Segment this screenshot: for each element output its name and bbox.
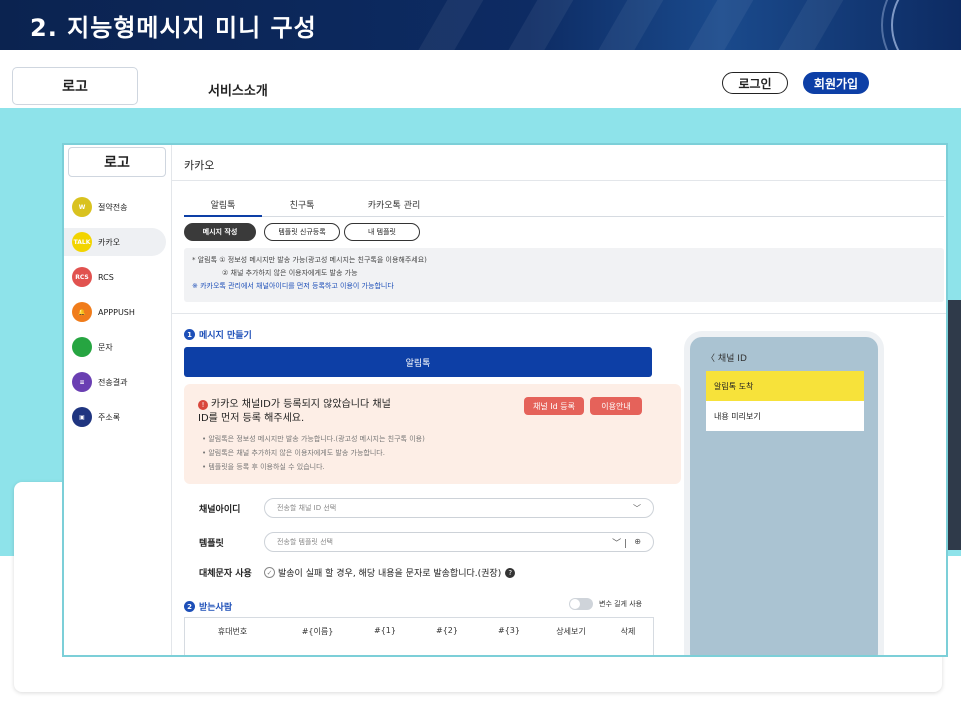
slide-title: 2. 지능형메시지 미니 구성 [30,14,317,42]
alt-sms-label: 대체문자 사용 [199,569,252,579]
list-item: • 알림톡은 정보성 메시지만 발송 가능합니다.(광고성 메시지는 친구톡 이… [202,435,425,443]
template-label: 템플릿 [199,539,224,549]
template-select[interactable]: 전송할 템플릿 선택 ﹀ | ⊕ [264,532,654,552]
app-window: 로고 W 절약전송 TALK 카카오 RCS RCS 🔔 APPPUSH 문자 ≡ 전송결과 ▣ 주소록… [62,143,948,657]
section-message-create: 1 메시지 만들기 [184,328,252,341]
sidebar-item-label: 문자 [98,342,113,352]
notice-line: ※ 카카오톡 관리에서 채널아이디를 먼저 등록하고 이용이 가능합니다 [192,282,394,290]
toggle-switch[interactable] [569,598,593,610]
section-title: 받는사람 [199,603,233,613]
sidebar-item-4[interactable]: 문자 [64,333,166,361]
warning-box: ! 카카오 채널ID가 등록되지 않았습니다 채널ID를 먼저 등록 해주세요. … [184,384,681,484]
table-header: 휴대번호 [217,627,248,636]
sidebar-item-label: 카카오 [98,237,121,247]
list-item: • 알림톡은 채널 추가하지 않은 이용자에게도 발송 가능합니다. [202,449,385,457]
sidebar: 로고 W 절약전송 TALK 카카오 RCS RCS 🔔 APPPUSH 문자 ≡ 전송결과 ▣ 주소록 [64,145,172,655]
pill-my-template[interactable]: 내 템플릿 [344,223,420,241]
sidebar-item-label: 주소록 [98,412,121,422]
table-header: #{2} [436,626,458,635]
chevron-down-icon: ﹀ [633,504,641,513]
alt-sms-checkbox[interactable]: ✓ 발송이 실패 할 경우, 해당 내용을 문자로 발송합니다.(권장) ? [264,566,516,579]
sidebar-item-2[interactable]: RCS RCS [64,263,166,291]
alert-icon: ! [198,400,208,410]
notice-line: ② 채널 추가하지 않은 이용자에게도 발송 가능 [222,269,358,277]
pill-new-template[interactable]: 템플릿 신규등록 [264,223,340,241]
section-title: 메시지 만들기 [199,331,252,341]
recipients-table: 휴대번호 #{이름} #{1} #{2} #{3} 상세보기 삭제 [184,617,654,655]
tab-friendtalk[interactable]: 친구톡 [272,198,332,217]
pill-write-message[interactable]: 메시지 작성 [184,223,256,241]
site-logo[interactable]: 로고 [12,67,138,105]
table-header: #{1} [374,626,396,635]
table-header: #{이름} [301,627,334,636]
section-recipients: 2 받는사람 [184,600,232,613]
decorative-ring-icon [881,0,961,50]
alimtalk-bar[interactable]: 알림톡 [184,347,652,377]
divider [172,313,946,314]
table-header: 삭제 [620,627,636,636]
slide-canvas: 2. 지능형메시지 미니 구성 로고 서비스소개 로그인 회원가입 로고 W 절약… [0,0,961,707]
slide-title-banner: 2. 지능형메시지 미니 구성 [0,0,961,50]
tab-alimtalk[interactable]: 알림톡 [184,198,262,217]
tab-kakao-manage[interactable]: 카카오톡 관리 [344,198,444,217]
side-strip [946,300,961,550]
phone-preview: 〈 채널 ID 알림톡 도착 내용 미리보기 [684,331,884,655]
join-button[interactable]: 회원가입 [803,72,869,94]
preview-bubble-head: 알림톡 도착 [706,371,864,401]
sidebar-item-5[interactable]: ≡ 전송결과 [64,368,166,396]
sidebar-item-label: 절약전송 [98,202,128,212]
preview-bubble-body: 내용 미리보기 [706,401,864,431]
list-item: • 템플릿을 등록 후 이용하실 수 있습니다. [202,463,325,471]
usage-guide-button[interactable]: 이용안내 [590,397,642,415]
sidebar-item-label: APPPUSH [98,307,135,317]
warning-title: ! 카카오 채널ID가 등록되지 않았습니다 채널ID를 먼저 등록 해주세요. [198,399,391,424]
main-header: 카카오 [172,145,946,181]
sidebar-item-0[interactable]: W 절약전송 [64,193,166,221]
check-icon[interactable]: ✓ [264,567,275,578]
tab-bar: 알림톡 친구톡 카카오톡 관리 [184,195,944,217]
bell-icon: 🔔 [72,302,92,322]
kakao-talk-icon: TALK [72,232,92,252]
channel-id-select[interactable]: 전송할 채널 ID 선택 ﹀ [264,498,654,518]
step-number: 1 [184,329,195,340]
sidebar-item-3[interactable]: 🔔 APPPUSH [64,298,166,326]
step-number: 2 [184,601,195,612]
notice-box: * 알림톡 ① 정보성 메시지만 발송 가능(광고성 메시지는 친구톡을 이용해… [184,248,944,302]
login-button[interactable]: 로그인 [722,72,788,94]
channel-id-label: 채널아이디 [199,505,241,515]
nav-service-intro[interactable]: 서비스소개 [208,80,268,99]
page-title: 카카오 [184,159,215,172]
help-icon[interactable]: ? [505,567,516,578]
long-variable-toggle[interactable]: 변수 길게 사용 [569,598,642,610]
chat-bubble-icon [72,337,92,357]
sidebar-item-1[interactable]: TALK 카카오 [64,228,166,256]
table-header: 상세보기 [556,627,586,636]
phone-channel-header: 〈 채널 ID [706,354,747,364]
sidebar-item-6[interactable]: ▣ 주소록 [64,403,166,431]
sidebar-item-label: 전송결과 [98,377,128,387]
chevron-down-icon: ﹀ | [612,539,627,549]
notice-line: * 알림톡 ① 정보성 메시지만 발송 가능(광고성 메시지는 친구톡을 이용해… [192,256,427,264]
rcs-icon: RCS [72,267,92,287]
chevron-left-icon[interactable]: 〈 [706,354,718,364]
warning-list: • 알림톡은 정보성 메시지만 발송 가능합니다.(광고성 메시지는 친구톡 이… [202,432,425,474]
list-icon: ≡ [72,372,92,392]
contacts-icon: ▣ [72,407,92,427]
sidebar-logo[interactable]: 로고 [68,147,166,177]
sidebar-item-label: RCS [98,272,114,282]
piggy-icon: W [72,197,92,217]
zoom-icon[interactable]: ⊕ [634,537,641,546]
channel-id-register-button[interactable]: 채널 Id 등록 [524,397,584,415]
table-header: #{3} [498,626,520,635]
